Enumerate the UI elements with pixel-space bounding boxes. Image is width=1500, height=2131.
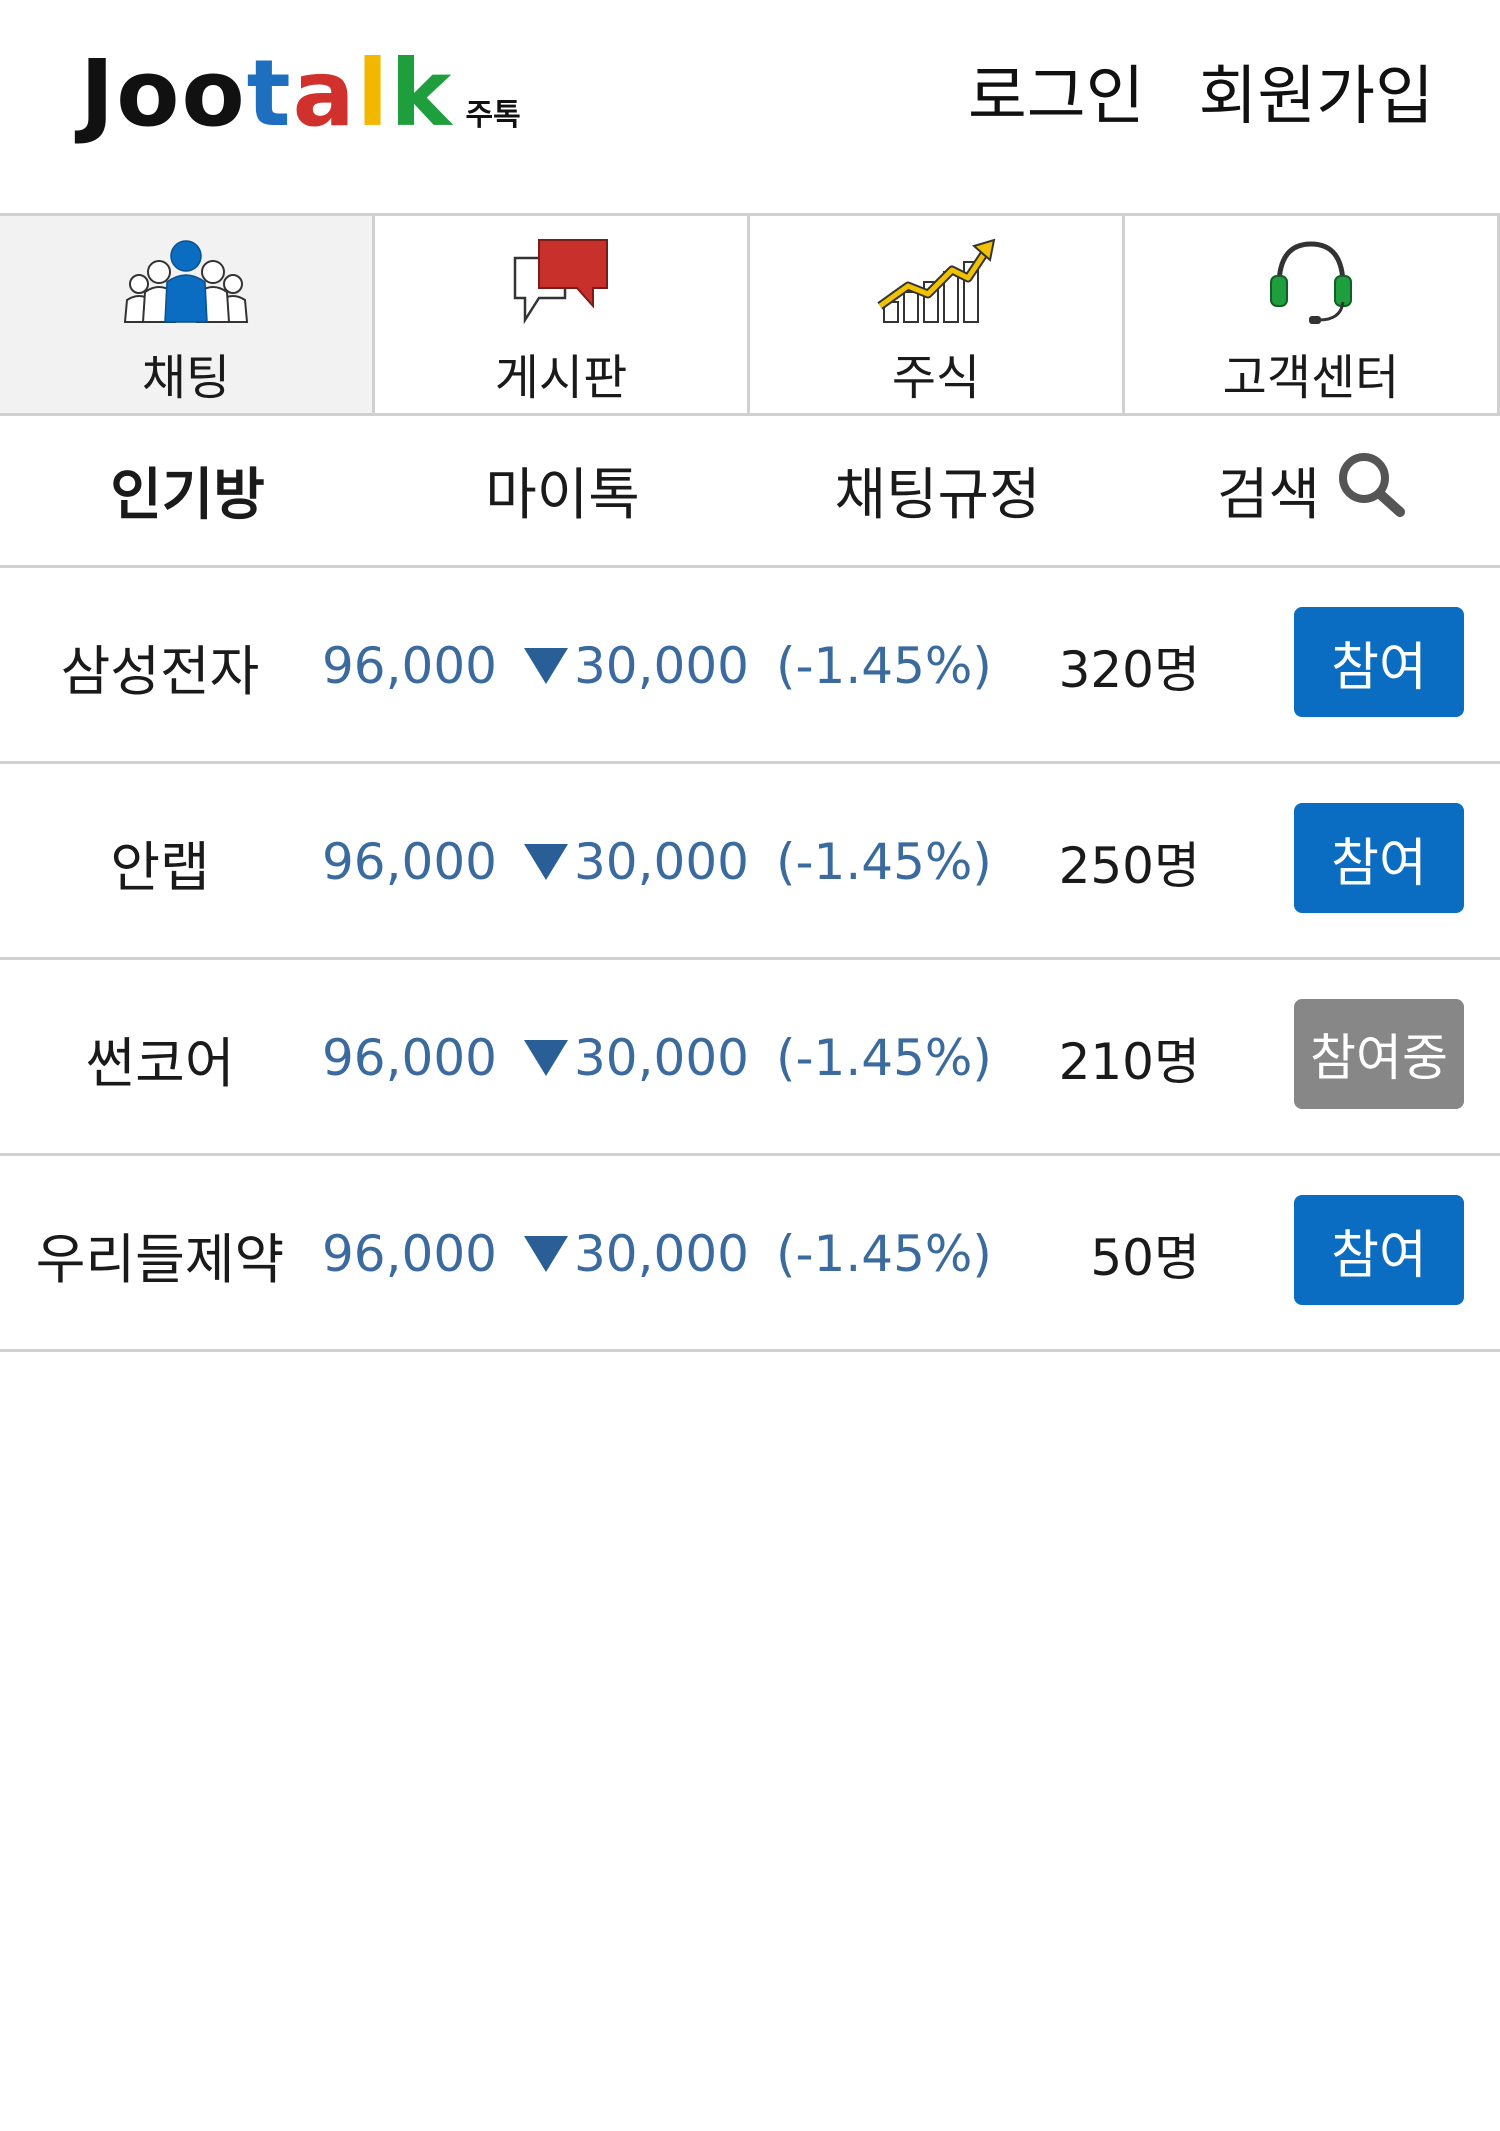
- logo[interactable]: J o o t a l k 주톡: [80, 48, 521, 140]
- room-change: 30,000: [524, 568, 749, 764]
- down-triangle-icon: [524, 844, 568, 880]
- room-member-count: 320명: [1058, 641, 1200, 699]
- down-triangle-icon: [524, 1236, 568, 1272]
- tab-chat-rules[interactable]: 채팅규정: [750, 450, 1125, 531]
- room-change-value: 30,000: [574, 637, 749, 695]
- category-stock[interactable]: 주식: [750, 216, 1125, 413]
- sub-tabs: 인기방 마이톡 채팅규정 검색: [0, 416, 1500, 568]
- down-triangle-icon: [524, 648, 568, 684]
- category-label: 주식: [891, 350, 981, 406]
- logo-letter: t: [246, 40, 293, 147]
- join-button[interactable]: 참여: [1294, 803, 1464, 913]
- room-name: 썬코어: [85, 1031, 235, 1095]
- room-name: 우리들제약: [35, 1227, 285, 1291]
- category-label: 게시판: [494, 350, 628, 406]
- logo-wordmark: J o o t a l k: [80, 48, 453, 140]
- tab-mytalk[interactable]: 마이톡: [375, 450, 750, 531]
- tab-label: 마이톡: [485, 463, 640, 528]
- chart-up-icon: [871, 236, 1001, 326]
- logo-letter: l: [356, 40, 391, 147]
- list-item: 삼성전자 96,000 30,000 (-1.45%) 320명 참여: [0, 568, 1500, 764]
- room-list: 삼성전자 96,000 30,000 (-1.45%) 320명 참여 안랩 9…: [0, 568, 1500, 1352]
- room-price: 96,000: [322, 1225, 497, 1283]
- logo-letter: a: [292, 40, 357, 147]
- people-icon: [121, 236, 251, 326]
- tab-popular[interactable]: 인기방: [0, 450, 375, 531]
- tab-label: 검색: [1216, 463, 1321, 528]
- room-name: 삼성전자: [60, 639, 260, 703]
- join-button[interactable]: 참여: [1294, 1195, 1464, 1305]
- down-triangle-icon: [524, 1040, 568, 1076]
- header: J o o t a l k 주톡 로그인 회원가입: [0, 0, 1500, 213]
- logo-letter: J: [80, 40, 117, 147]
- headset-icon: [1246, 236, 1376, 326]
- logo-letter: o: [116, 40, 182, 147]
- room-percent: (-1.45%): [776, 1029, 992, 1087]
- search-icon: [1336, 450, 1408, 532]
- room-change: 30,000: [524, 960, 749, 1156]
- room-price: 96,000: [322, 1029, 497, 1087]
- room-change-value: 30,000: [574, 1225, 749, 1283]
- room-member-count: 50명: [1090, 1229, 1200, 1287]
- join-button[interactable]: 참여: [1294, 607, 1464, 717]
- category-label: 고객센터: [1222, 350, 1400, 406]
- login-link[interactable]: 로그인: [968, 62, 1145, 133]
- logo-letter: o: [181, 40, 247, 147]
- room-price: 96,000: [322, 833, 497, 891]
- room-member-count: 210명: [1058, 1033, 1200, 1091]
- logo-subtitle: 주톡: [465, 98, 521, 133]
- tab-label: 인기방: [110, 463, 265, 528]
- category-label: 채팅: [141, 350, 231, 406]
- tab-search[interactable]: 검색: [1125, 450, 1500, 532]
- auth-links: 로그인 회원가입: [968, 62, 1434, 133]
- room-change: 30,000: [524, 764, 749, 960]
- tab-label: 채팅규정: [834, 463, 1041, 528]
- category-support[interactable]: 고객센터: [1125, 216, 1500, 413]
- joined-button[interactable]: 참여중: [1294, 999, 1464, 1109]
- room-percent: (-1.45%): [776, 637, 992, 695]
- category-board[interactable]: 게시판: [375, 216, 750, 413]
- room-percent: (-1.45%): [776, 1225, 992, 1283]
- list-item: 썬코어 96,000 30,000 (-1.45%) 210명 참여중: [0, 960, 1500, 1156]
- logo-letter: k: [390, 40, 454, 147]
- room-change: 30,000: [524, 1156, 749, 1352]
- room-price: 96,000: [322, 637, 497, 695]
- list-item: 우리들제약 96,000 30,000 (-1.45%) 50명 참여: [0, 1156, 1500, 1352]
- room-name: 안랩: [110, 835, 210, 899]
- room-member-count: 250명: [1058, 837, 1200, 895]
- room-change-value: 30,000: [574, 833, 749, 891]
- category-nav: 채팅 게시판 주식 고객센터: [0, 213, 1500, 416]
- room-change-value: 30,000: [574, 1029, 749, 1087]
- signup-link[interactable]: 회원가입: [1198, 62, 1434, 133]
- room-percent: (-1.45%): [776, 833, 992, 891]
- list-item: 안랩 96,000 30,000 (-1.45%) 250명 참여: [0, 764, 1500, 960]
- category-chat[interactable]: 채팅: [0, 216, 375, 413]
- speech-bubbles-icon: [496, 236, 626, 326]
